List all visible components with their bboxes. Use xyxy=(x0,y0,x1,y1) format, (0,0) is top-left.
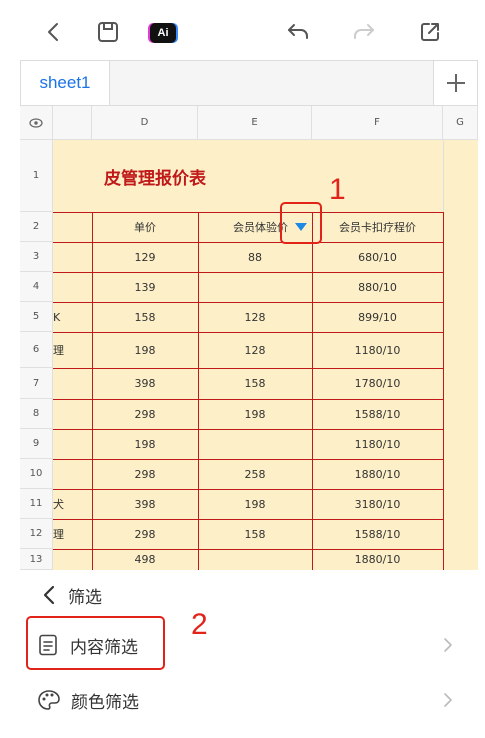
filter-title: 筛选 xyxy=(68,587,102,608)
row-header[interactable]: 12 xyxy=(20,519,53,549)
row-header[interactable]: 2 xyxy=(20,212,53,242)
header-cell-member-card[interactable]: 会员卡扣疗程价 xyxy=(312,212,443,242)
row-header[interactable]: 8 xyxy=(20,399,53,429)
chevron-right-icon xyxy=(444,638,452,652)
table-cell[interactable]: 128 xyxy=(198,302,312,332)
table-cell[interactable]: 1588/10 xyxy=(312,399,443,429)
table-cell[interactable]: 680/10 xyxy=(312,242,443,272)
table-cell[interactable]: 158 xyxy=(198,368,312,399)
header-cell-unit-price[interactable]: 单价 xyxy=(92,212,198,242)
ai-button[interactable]: Ai xyxy=(150,23,176,43)
spreadsheet-grid[interactable]: D E F G 1 2 3 4 5 6 7 8 9 10 11 12 13 皮管… xyxy=(20,106,478,570)
column-header-e[interactable]: E xyxy=(198,106,312,140)
table-cell[interactable]: 129 xyxy=(92,242,198,272)
tab-sheet1[interactable]: sheet1 xyxy=(21,61,110,105)
share-button[interactable] xyxy=(414,16,446,48)
redo-button[interactable] xyxy=(348,16,380,48)
table-cell[interactable] xyxy=(53,272,92,302)
chevron-right-icon xyxy=(444,693,452,707)
table-cell[interactable]: 198 xyxy=(92,429,198,459)
table-cell[interactable]: 398 xyxy=(92,368,198,399)
table-cell[interactable] xyxy=(53,459,92,489)
annotation-number-1: 1 xyxy=(329,173,346,206)
annotation-box-1 xyxy=(280,202,322,244)
table-cell[interactable]: 1780/10 xyxy=(312,368,443,399)
column-header-d[interactable]: D xyxy=(92,106,198,140)
table-cell[interactable]: 理 xyxy=(53,332,92,368)
sheet-title[interactable]: 皮管理报价表 xyxy=(104,164,206,189)
table-cell[interactable]: 880/10 xyxy=(312,272,443,302)
header-cell-member-trial[interactable]: 会员体验价 xyxy=(198,212,288,242)
add-sheet-button[interactable] xyxy=(433,61,477,105)
table-cell[interactable]: 298 xyxy=(92,459,198,489)
table-cell[interactable]: 298 xyxy=(92,519,198,549)
table-cell[interactable]: 理 xyxy=(53,519,92,549)
row-header[interactable]: 6 xyxy=(20,332,53,368)
table-cell[interactable] xyxy=(53,399,92,429)
undo-icon xyxy=(288,24,308,39)
chevron-left-icon xyxy=(48,23,58,41)
share-icon xyxy=(421,23,439,41)
table-cell[interactable]: 1180/10 xyxy=(312,332,443,368)
annotation-number-2: 2 xyxy=(191,608,208,641)
table-cell[interactable]: 139 xyxy=(92,272,198,302)
table-cell[interactable]: 犬 xyxy=(53,489,92,519)
table-cell[interactable]: 1180/10 xyxy=(312,429,443,459)
table-cell[interactable]: 1880/10 xyxy=(312,459,443,489)
table-cell[interactable]: 158 xyxy=(198,519,312,549)
table-cell[interactable]: 198 xyxy=(198,399,312,429)
column-header-partial[interactable] xyxy=(53,106,92,140)
table-cell[interactable]: 128 xyxy=(198,332,312,368)
color-filter-label: 颜色筛选 xyxy=(71,692,139,713)
table-cell[interactable] xyxy=(53,549,92,570)
table-cell[interactable] xyxy=(53,429,92,459)
sheet-tab-bar: sheet1 xyxy=(20,60,478,106)
redo-icon xyxy=(354,24,374,39)
row-header[interactable]: 5 xyxy=(20,302,53,332)
row-header[interactable]: 7 xyxy=(20,368,53,399)
table-cell[interactable]: 3180/10 xyxy=(312,489,443,519)
undo-button[interactable] xyxy=(282,16,314,48)
column-header-f[interactable]: F xyxy=(312,106,443,140)
filter-panel: 筛选 内容筛选 颜色筛选 2 xyxy=(0,570,485,738)
table-cell[interactable]: 298 xyxy=(92,399,198,429)
table-cell[interactable]: 258 xyxy=(198,459,312,489)
select-all-corner[interactable] xyxy=(20,106,53,140)
save-button[interactable] xyxy=(92,16,124,48)
save-icon xyxy=(98,22,118,42)
filter-back-row[interactable]: 筛选 xyxy=(0,570,485,620)
table-cell[interactable]: 398 xyxy=(92,489,198,519)
table-cell[interactable]: 498 xyxy=(92,549,198,570)
table-cell[interactable]: 198 xyxy=(198,489,312,519)
color-filter-row[interactable]: 颜色筛选 xyxy=(0,675,485,725)
table-cell[interactable]: 88 xyxy=(198,242,312,272)
table-border xyxy=(443,212,444,570)
table-cell[interactable] xyxy=(53,368,92,399)
row-header[interactable]: 10 xyxy=(20,459,53,489)
table-cell[interactable] xyxy=(198,272,312,302)
plus-icon xyxy=(446,74,465,92)
column-header-g[interactable]: G xyxy=(443,106,478,140)
annotation-box-2 xyxy=(26,616,165,670)
top-toolbar: Ai xyxy=(0,0,485,62)
row-header[interactable]: 9 xyxy=(20,429,53,459)
table-cell[interactable]: 1588/10 xyxy=(312,519,443,549)
table-cell[interactable] xyxy=(198,549,312,570)
palette-icon xyxy=(38,690,60,710)
row-header[interactable]: 1 xyxy=(20,140,53,212)
table-cell[interactable] xyxy=(198,429,312,459)
table-cell[interactable]: 1880/10 xyxy=(312,549,443,570)
back-button[interactable] xyxy=(38,16,70,48)
chevron-left-icon xyxy=(43,585,55,605)
table-cell[interactable]: 899/10 xyxy=(312,302,443,332)
row-header[interactable]: 11 xyxy=(20,489,53,519)
row-header[interactable]: 4 xyxy=(20,272,53,302)
row-header[interactable]: 13 xyxy=(20,549,53,570)
table-cell[interactable]: K xyxy=(53,302,92,332)
row-header[interactable]: 3 xyxy=(20,242,53,272)
table-cell[interactable]: 158 xyxy=(92,302,198,332)
table-cell[interactable]: 198 xyxy=(92,332,198,368)
table-cell[interactable] xyxy=(53,242,92,272)
eye-icon xyxy=(29,117,43,128)
